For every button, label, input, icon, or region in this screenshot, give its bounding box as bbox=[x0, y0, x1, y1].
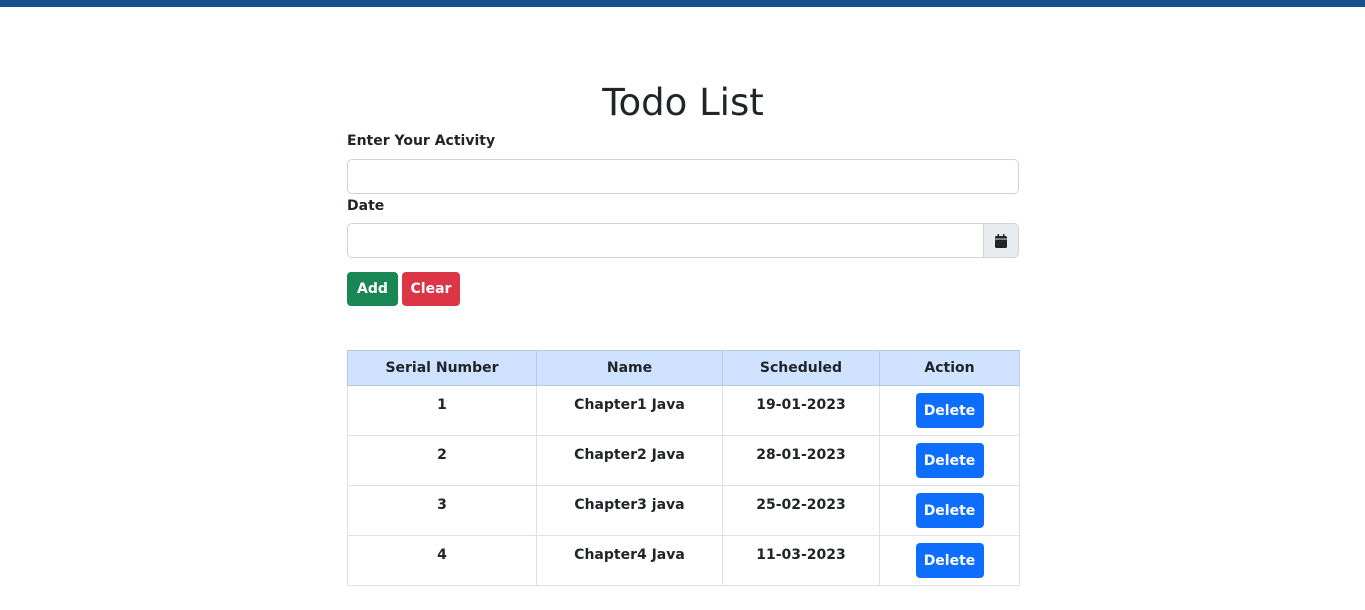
cell-action: Delete bbox=[879, 485, 1020, 536]
table-row: 1 Chapter1 Java 19-01-2023 Delete bbox=[347, 385, 1020, 436]
scheduled-text: 19-01-2023 bbox=[756, 397, 846, 413]
scheduled-text: 25-02-2023 bbox=[756, 497, 846, 513]
cell-action: Delete bbox=[879, 435, 1020, 486]
table-row: 2 Chapter2 Java 28-01-2023 Delete bbox=[347, 435, 1020, 486]
serial-text: 2 bbox=[437, 447, 447, 463]
serial-text: 4 bbox=[437, 547, 447, 563]
table-row: 3 Chapter3 java 25-02-2023 Delete bbox=[347, 485, 1020, 536]
header-action: Action bbox=[879, 350, 1020, 386]
serial-text: 3 bbox=[437, 497, 447, 513]
delete-button[interactable]: Delete bbox=[915, 393, 984, 428]
delete-button[interactable]: Delete bbox=[915, 493, 984, 528]
cell-name: Chapter4 Java bbox=[536, 535, 723, 586]
todo-container: Todo List Enter Your Activity Date Add C… bbox=[347, 78, 1020, 586]
table-header-row: Serial Number Name Scheduled Action bbox=[347, 350, 1020, 386]
calendar-button[interactable] bbox=[983, 223, 1019, 258]
name-text: Chapter4 Java bbox=[574, 547, 685, 563]
cell-action: Delete bbox=[879, 385, 1020, 436]
serial-text: 1 bbox=[437, 397, 447, 413]
name-text: Chapter3 java bbox=[574, 497, 685, 513]
scheduled-text: 11-03-2023 bbox=[756, 547, 846, 563]
scheduled-text: 28-01-2023 bbox=[756, 447, 846, 463]
clear-button[interactable]: Clear bbox=[402, 272, 460, 306]
cell-name: Chapter2 Java bbox=[536, 435, 723, 486]
cell-serial: 4 bbox=[347, 535, 537, 586]
name-text: Chapter2 Java bbox=[574, 447, 685, 463]
header-serial-number: Serial Number bbox=[347, 350, 537, 386]
cell-scheduled: 25-02-2023 bbox=[722, 485, 880, 536]
cell-scheduled: 19-01-2023 bbox=[722, 385, 880, 436]
header-name: Name bbox=[536, 350, 723, 386]
cell-serial: 3 bbox=[347, 485, 537, 536]
table-row: 4 Chapter4 Java 11-03-2023 Delete bbox=[347, 535, 1020, 586]
calendar-icon bbox=[995, 233, 1007, 248]
todo-table: Serial Number Name Scheduled Action 1 Ch… bbox=[347, 350, 1020, 586]
header-scheduled: Scheduled bbox=[722, 350, 880, 386]
date-label: Date bbox=[347, 198, 385, 214]
activity-input[interactable] bbox=[347, 159, 1019, 194]
delete-button[interactable]: Delete bbox=[915, 543, 984, 578]
delete-button[interactable]: Delete bbox=[915, 443, 984, 478]
page-title: Todo List bbox=[602, 81, 764, 124]
top-strip bbox=[0, 0, 1365, 7]
name-text: Chapter1 Java bbox=[574, 397, 685, 413]
activity-label: Enter Your Activity bbox=[347, 133, 496, 149]
date-input[interactable] bbox=[347, 223, 983, 258]
cell-name: Chapter1 Java bbox=[536, 385, 723, 436]
cell-action: Delete bbox=[879, 535, 1020, 586]
cell-scheduled: 28-01-2023 bbox=[722, 435, 880, 486]
cell-serial: 1 bbox=[347, 385, 537, 436]
date-picker bbox=[347, 223, 1019, 258]
cell-serial: 2 bbox=[347, 435, 537, 486]
cell-scheduled: 11-03-2023 bbox=[722, 535, 880, 586]
cell-name: Chapter3 java bbox=[536, 485, 723, 536]
form-actions: Add Clear bbox=[347, 272, 1019, 306]
add-button[interactable]: Add bbox=[347, 272, 398, 306]
